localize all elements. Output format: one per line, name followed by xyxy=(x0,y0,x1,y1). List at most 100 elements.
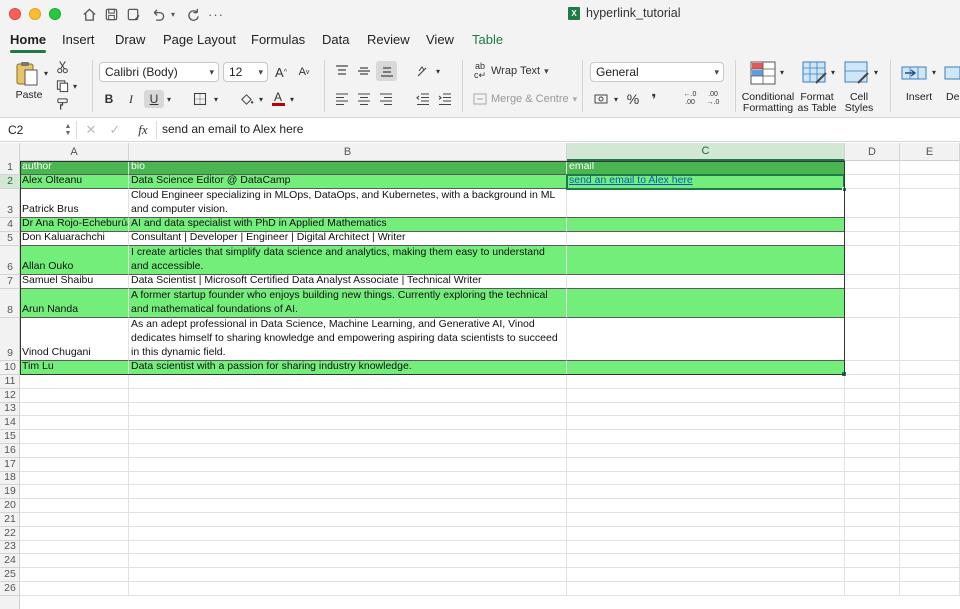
cell-a15[interactable] xyxy=(20,430,129,444)
cell-styles-icon[interactable] xyxy=(843,60,871,86)
conditional-formatting-icon[interactable] xyxy=(749,60,777,86)
cell-a18[interactable] xyxy=(20,471,129,486)
cell-a5[interactable]: Don Kaluarachchi xyxy=(20,232,129,246)
cell-a6[interactable]: Allan Ouko xyxy=(20,246,129,275)
cell-e1[interactable] xyxy=(900,161,960,175)
cell-b20[interactable] xyxy=(129,499,567,513)
cell-d15[interactable] xyxy=(845,430,900,444)
undo-dropdown-icon[interactable]: ▾ xyxy=(168,4,178,24)
tab-view[interactable]: View xyxy=(426,32,454,47)
email-hyperlink[interactable]: send an email to Alex here xyxy=(569,175,693,187)
align-left-icon[interactable] xyxy=(333,91,351,107)
row-header-23[interactable]: 23 xyxy=(0,540,20,555)
save-as-icon[interactable] xyxy=(124,4,142,24)
cell-c13[interactable] xyxy=(567,402,845,417)
cell-b14[interactable] xyxy=(129,416,567,431)
cell-a16[interactable] xyxy=(20,444,129,458)
cell-a7[interactable]: Samuel Shaibu xyxy=(20,275,129,289)
tab-data[interactable]: Data xyxy=(322,32,349,47)
orientation-dropdown-icon[interactable]: ▾ xyxy=(434,66,442,76)
cell-b4[interactable]: AI and data specialist with PhD in Appli… xyxy=(129,218,567,232)
cell-c11[interactable] xyxy=(567,375,845,389)
cell-c4[interactable] xyxy=(567,218,845,232)
cell-a13[interactable] xyxy=(20,402,129,417)
cell-e2[interactable] xyxy=(900,175,960,189)
row-header-13[interactable]: 13 xyxy=(0,402,20,417)
cell-c5[interactable] xyxy=(567,232,845,246)
cell-a20[interactable] xyxy=(20,499,129,513)
tab-home[interactable]: Home xyxy=(10,32,47,53)
tab-page-layout[interactable]: Page Layout xyxy=(163,32,236,47)
cell-c2[interactable]: send an email to Alex here xyxy=(567,175,845,189)
cell-b15[interactable] xyxy=(129,430,567,444)
cell-b11[interactable] xyxy=(129,375,567,389)
column-header-e[interactable]: E xyxy=(900,143,960,161)
accounting-format-icon[interactable] xyxy=(592,91,612,107)
merge-centre-icon[interactable] xyxy=(472,91,488,107)
cell-a2[interactable]: Alex Olteanu xyxy=(20,175,129,189)
cell-b17[interactable] xyxy=(129,457,567,472)
cell-c21[interactable] xyxy=(567,513,845,527)
decrease-font-size-icon[interactable]: Av xyxy=(296,62,312,82)
copy-dropdown-icon[interactable]: ▾ xyxy=(71,81,79,91)
italic-icon[interactable]: I xyxy=(124,90,138,108)
accounting-dropdown-icon[interactable]: ▾ xyxy=(612,94,620,104)
cell-d24[interactable] xyxy=(845,554,900,569)
comma-style-button[interactable]: ❜ xyxy=(648,89,660,109)
column-header-a[interactable]: A xyxy=(20,143,129,161)
cell-d21[interactable] xyxy=(845,513,900,527)
font-size-select[interactable]: 12 ▾ xyxy=(223,62,268,82)
conditional-formatting-label[interactable]: Conditional Formatting xyxy=(740,92,796,114)
cell-e23[interactable] xyxy=(900,540,960,555)
row-header-14[interactable]: 14 xyxy=(0,416,20,431)
more-icon[interactable]: ··· xyxy=(208,4,224,24)
row-header-25[interactable]: 25 xyxy=(0,568,20,582)
insert-function-button[interactable]: fx xyxy=(134,121,152,139)
tab-draw[interactable]: Draw xyxy=(115,32,145,47)
cell-b9[interactable]: As an adept professional in Data Science… xyxy=(129,318,567,361)
cell-a3[interactable]: Patrick Brus xyxy=(20,189,129,218)
row-header-26[interactable]: 26 xyxy=(0,582,20,596)
formula-input[interactable]: send an email to Alex here xyxy=(162,122,303,136)
font-name-select[interactable]: Calibri (Body) ▾ xyxy=(99,62,219,82)
cell-d2[interactable] xyxy=(845,175,900,189)
cell-a4[interactable]: Dr Ana Rojo-Echeburúa xyxy=(20,218,129,232)
cell-e24[interactable] xyxy=(900,554,960,569)
row-header-12[interactable]: 12 xyxy=(0,389,20,403)
number-format-select[interactable]: General ▾ xyxy=(590,62,724,82)
conditional-formatting-dropdown-icon[interactable]: ▾ xyxy=(778,67,786,77)
bold-icon[interactable]: B xyxy=(102,90,116,108)
orientation-icon[interactable] xyxy=(414,62,434,80)
row-header-16[interactable]: 16 xyxy=(0,444,20,458)
cell-b10[interactable]: Data scientist with a passion for sharin… xyxy=(129,361,567,375)
increase-indent-icon[interactable] xyxy=(436,91,454,107)
row-header-10[interactable]: 10 xyxy=(0,361,20,375)
cell-b2[interactable]: Data Science Editor @ DataCamp xyxy=(129,175,567,189)
redo-icon[interactable] xyxy=(184,4,202,24)
cell-a11[interactable] xyxy=(20,375,129,389)
cell-e8[interactable] xyxy=(900,289,960,318)
cell-c15[interactable] xyxy=(567,430,845,444)
cell-c1[interactable]: email xyxy=(567,161,845,175)
tab-insert[interactable]: Insert xyxy=(62,32,95,47)
cell-d9[interactable] xyxy=(845,318,900,361)
format-as-table-icon[interactable] xyxy=(801,60,829,86)
fill-color-dropdown-icon[interactable]: ▾ xyxy=(257,94,265,104)
select-all-corner[interactable] xyxy=(0,143,20,161)
cell-e21[interactable] xyxy=(900,513,960,527)
cell-d7[interactable] xyxy=(845,275,900,289)
cell-b3[interactable]: Cloud Engineer specializing in MLOps, Da… xyxy=(129,189,567,218)
format-as-table-dropdown-icon[interactable]: ▾ xyxy=(829,67,837,77)
cell-a8[interactable]: Arun Nanda xyxy=(20,289,129,318)
cell-e19[interactable] xyxy=(900,485,960,500)
cell-c12[interactable] xyxy=(567,388,845,403)
cell-d25[interactable] xyxy=(845,568,900,582)
cell-e10[interactable] xyxy=(900,361,960,375)
cell-b22[interactable] xyxy=(129,526,567,541)
cell-c10[interactable] xyxy=(567,361,845,375)
cell-a25[interactable] xyxy=(20,568,129,582)
row-header-24[interactable]: 24 xyxy=(0,554,20,569)
tab-review[interactable]: Review xyxy=(367,32,410,47)
row-header-22[interactable]: 22 xyxy=(0,527,20,541)
cell-styles-label[interactable]: Cell Styles xyxy=(842,92,876,114)
